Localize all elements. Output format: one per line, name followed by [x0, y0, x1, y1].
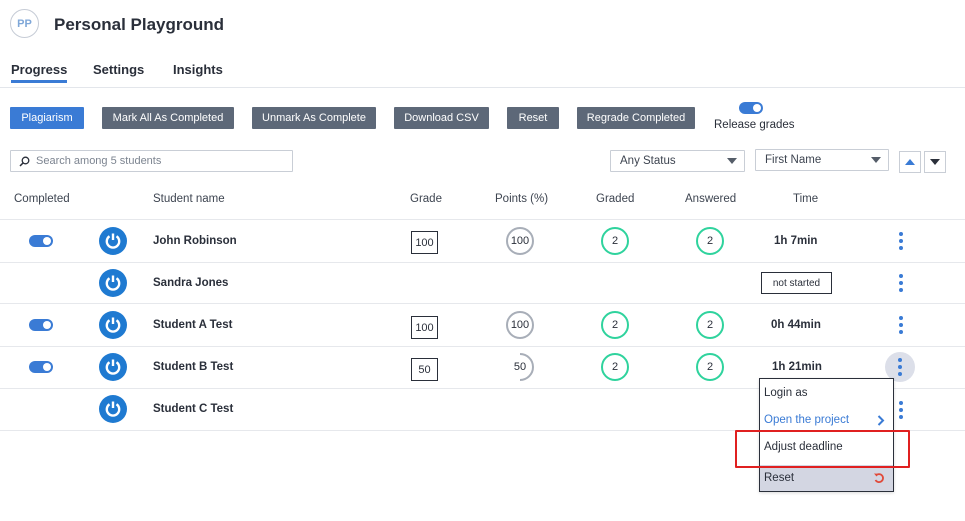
sort-field-select[interactable]: First Name: [755, 149, 889, 171]
reset-label: Reset: [764, 472, 795, 484]
student-avatar-icon: [99, 353, 127, 381]
answered-count: 2: [696, 227, 724, 255]
column-header-grade[interactable]: Grade: [410, 193, 442, 205]
points-percent: 100: [506, 311, 534, 339]
release-grades-label: Release grades: [714, 119, 795, 131]
column-header-completed: Completed: [14, 193, 70, 205]
student-name[interactable]: Sandra Jones: [153, 277, 228, 289]
workspace-avatar: PP: [10, 9, 39, 38]
search-input[interactable]: [36, 155, 276, 167]
answered-count: 2: [696, 311, 724, 339]
search-field[interactable]: [10, 150, 293, 172]
graded-count: 2: [601, 311, 629, 339]
chevron-down-icon: [727, 158, 737, 164]
menu-item-reset[interactable]: Reset: [760, 465, 893, 491]
status-filter-value: Any Status: [620, 155, 676, 167]
grade-value[interactable]: 100: [411, 231, 438, 254]
sort-ascending-button[interactable]: [899, 151, 921, 173]
column-header-points[interactable]: Points (%): [495, 193, 548, 205]
tab-insights[interactable]: Insights: [173, 62, 223, 77]
student-name[interactable]: Student A Test: [153, 319, 232, 331]
status-filter-select[interactable]: Any Status: [610, 150, 745, 172]
student-avatar-icon: [99, 395, 127, 423]
regrade-completed-button[interactable]: Regrade Completed: [577, 107, 695, 129]
student-avatar-icon: [99, 311, 127, 339]
table-divider: [0, 219, 965, 220]
plagiarism-button[interactable]: Plagiarism: [10, 107, 84, 129]
row-menu-button[interactable]: [886, 226, 916, 256]
release-grades-toggle[interactable]: [739, 102, 763, 114]
graded-count: 2: [601, 227, 629, 255]
open-project-label: Open the project: [764, 414, 850, 426]
student-name[interactable]: Student B Test: [153, 361, 233, 373]
arrow-down-icon: [930, 159, 940, 165]
column-header-time[interactable]: Time: [793, 193, 818, 205]
student-avatar-icon: [99, 227, 127, 255]
time-not-started-badge: not started: [761, 272, 832, 294]
points-value: 50: [513, 361, 527, 373]
chevron-down-icon: [871, 157, 881, 163]
completed-toggle[interactable]: [29, 361, 53, 373]
page-title: Personal Playground: [54, 15, 225, 34]
tab-progress[interactable]: Progress: [11, 62, 68, 83]
student-name[interactable]: Student C Test: [153, 403, 233, 415]
answered-count: 2: [696, 353, 724, 381]
time-spent: 0h 44min: [771, 319, 821, 331]
column-header-answered[interactable]: Answered: [685, 193, 736, 205]
student-avatar-icon: [99, 269, 127, 297]
search-icon: [19, 156, 30, 167]
time-spent: 1h 7min: [774, 235, 818, 247]
completed-toggle[interactable]: [29, 319, 53, 331]
row-menu-button[interactable]: [886, 268, 916, 298]
annotation-highlight: [735, 430, 910, 468]
mark-all-completed-button[interactable]: Mark All As Completed: [102, 107, 234, 129]
download-csv-button[interactable]: Download CSV: [394, 107, 489, 129]
arrow-up-icon: [905, 159, 915, 165]
grade-value[interactable]: 50: [411, 358, 438, 381]
chevron-right-icon: [877, 414, 885, 426]
sort-descending-button[interactable]: [924, 151, 946, 173]
tab-settings[interactable]: Settings: [93, 62, 144, 77]
row-menu-button[interactable]: [886, 310, 916, 340]
table-row-divider: [0, 303, 965, 304]
menu-item-login-as[interactable]: Login as: [760, 380, 893, 406]
page-root: PP Personal Playground Progress Settings…: [0, 0, 965, 521]
column-header-graded[interactable]: Graded: [596, 193, 634, 205]
column-header-student-name[interactable]: Student name: [153, 193, 225, 205]
undo-icon: [874, 473, 884, 483]
grade-value[interactable]: 100: [411, 316, 438, 339]
time-spent: 1h 21min: [772, 361, 822, 373]
table-row-divider: [0, 346, 965, 347]
table-row-divider: [0, 262, 965, 263]
graded-count: 2: [601, 353, 629, 381]
tabs-divider: [0, 87, 965, 88]
student-name[interactable]: John Robinson: [153, 235, 237, 247]
sort-field-value: First Name: [765, 154, 822, 166]
reset-button[interactable]: Reset: [507, 107, 559, 129]
points-percent: 50: [506, 353, 534, 381]
completed-toggle[interactable]: [29, 235, 53, 247]
points-percent: 100: [506, 227, 534, 255]
unmark-complete-button[interactable]: Unmark As Complete: [252, 107, 376, 129]
